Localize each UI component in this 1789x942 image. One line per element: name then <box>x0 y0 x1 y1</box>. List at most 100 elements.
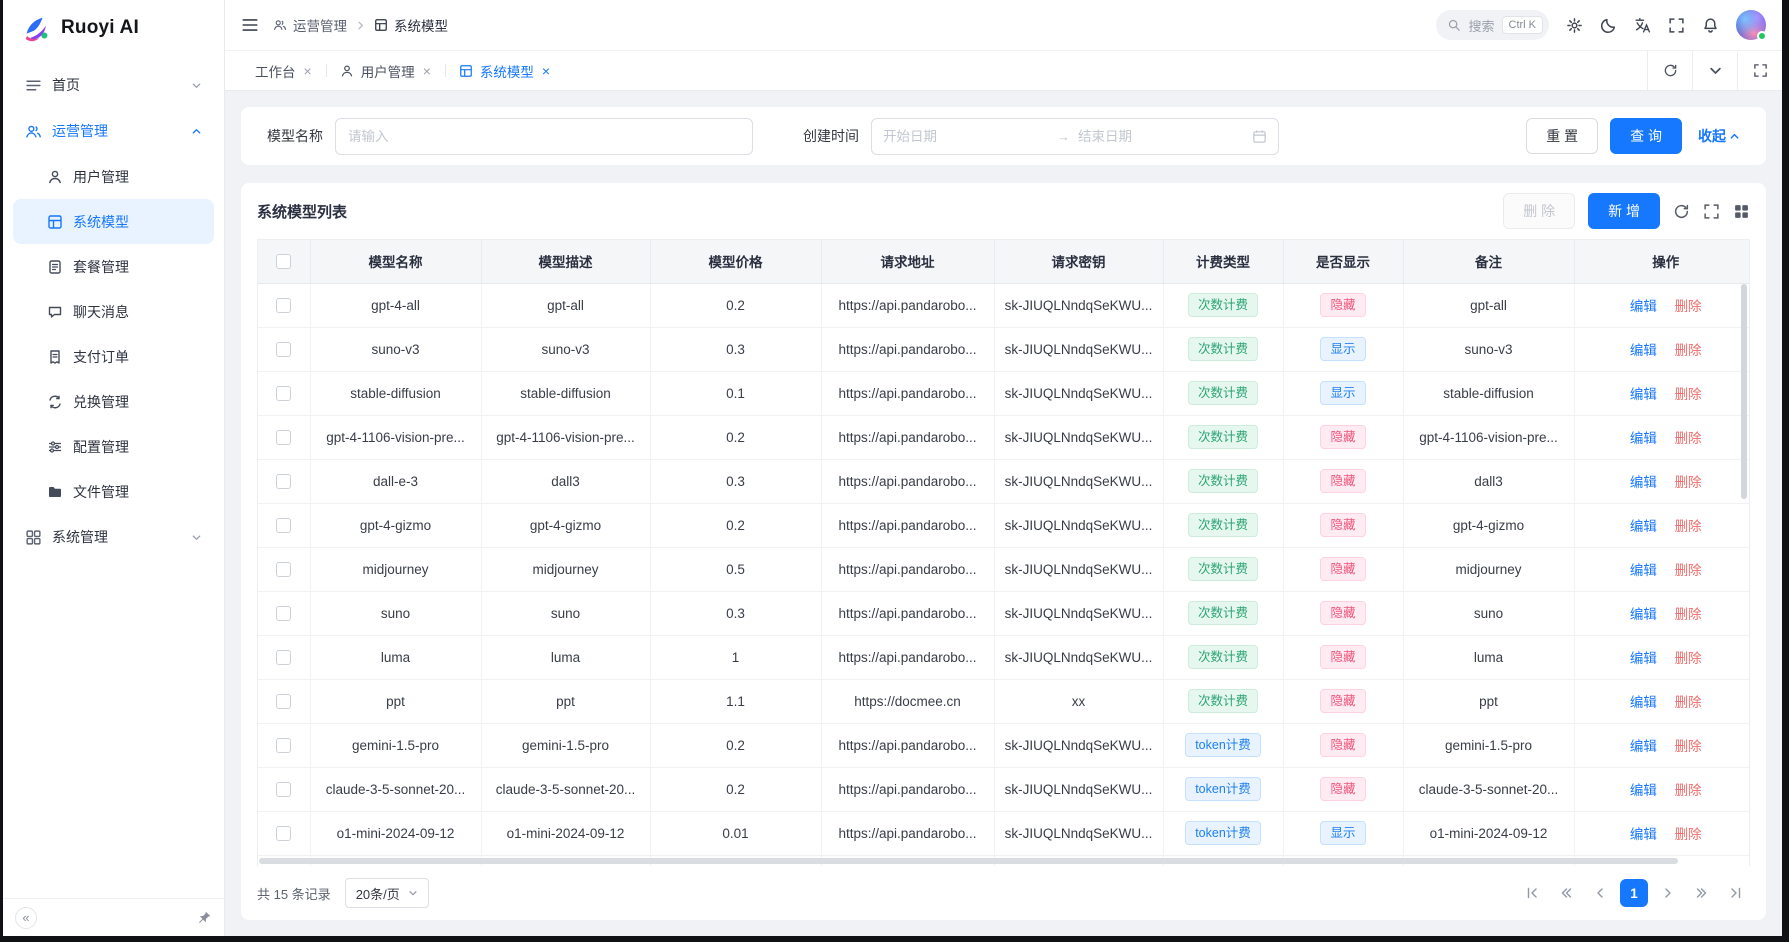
sidebar-item-file-management[interactable]: 文件管理 <box>13 469 214 514</box>
row-checkbox[interactable] <box>276 298 291 313</box>
close-icon[interactable]: × <box>423 63 431 79</box>
delete-link[interactable]: 删除 <box>1675 739 1702 754</box>
start-date-input[interactable] <box>883 129 1049 144</box>
collapse-filter-link[interactable]: 收起 <box>1698 126 1740 146</box>
row-checkbox[interactable] <box>276 430 291 445</box>
create-time-range-picker[interactable]: → <box>871 118 1279 155</box>
close-icon[interactable]: × <box>304 63 312 79</box>
row-checkbox[interactable] <box>276 782 291 797</box>
package-icon <box>47 259 63 275</box>
sidebar-item-config-management[interactable]: 配置管理 <box>13 424 214 469</box>
row-checkbox[interactable] <box>276 342 291 357</box>
fullscreen-icon[interactable] <box>1703 203 1720 220</box>
edit-link[interactable]: 编辑 <box>1630 431 1657 446</box>
model-name-input[interactable] <box>335 118 753 155</box>
sidebar-item-chat-messages[interactable]: 聊天消息 <box>13 289 214 334</box>
pin-icon[interactable] <box>197 910 212 925</box>
gear-icon[interactable] <box>1566 17 1583 34</box>
end-date-input[interactable] <box>1078 129 1244 144</box>
next-pages-button[interactable] <box>1688 879 1716 907</box>
delete-link[interactable]: 删除 <box>1675 695 1702 710</box>
edit-link[interactable]: 编辑 <box>1630 739 1657 754</box>
delete-link[interactable]: 删除 <box>1675 783 1702 798</box>
edit-link[interactable]: 编辑 <box>1630 563 1657 578</box>
edit-link[interactable]: 编辑 <box>1630 519 1657 534</box>
delete-link[interactable]: 删除 <box>1675 563 1702 578</box>
last-page-button[interactable] <box>1722 879 1750 907</box>
avatar[interactable] <box>1736 10 1766 40</box>
scrollbar-thumb[interactable] <box>259 858 1678 864</box>
edit-link[interactable]: 编辑 <box>1630 783 1657 798</box>
menu-toggle-icon[interactable] <box>241 16 259 34</box>
edit-link[interactable]: 编辑 <box>1630 299 1657 314</box>
edit-link[interactable]: 编辑 <box>1630 475 1657 490</box>
add-button[interactable]: 新 增 <box>1588 193 1660 229</box>
horizontal-scrollbar[interactable] <box>259 857 1737 865</box>
sidebar-item-user-management[interactable]: 用户管理 <box>13 154 214 199</box>
delete-link[interactable]: 删除 <box>1675 475 1702 490</box>
edit-link[interactable]: 编辑 <box>1630 387 1657 402</box>
close-icon[interactable]: × <box>542 63 550 79</box>
edit-link[interactable]: 编辑 <box>1630 695 1657 710</box>
edit-link[interactable]: 编辑 <box>1630 607 1657 622</box>
select-all-checkbox[interactable] <box>276 254 291 269</box>
fullscreen-icon[interactable] <box>1668 17 1685 34</box>
page-size-select[interactable]: 20条/页 <box>345 878 429 908</box>
sidebar-item-system-model[interactable]: 系统模型 <box>13 199 214 244</box>
sidebar-item-system-management[interactable]: 系统管理 <box>13 514 214 560</box>
next-page-button[interactable] <box>1654 879 1682 907</box>
first-page-button[interactable] <box>1518 879 1546 907</box>
sidebar-collapse-button[interactable]: « <box>15 907 37 929</box>
sidebar-item-label: 支付订单 <box>73 347 129 367</box>
tab-system-model[interactable]: 系统模型 × <box>445 51 564 90</box>
delete-button[interactable]: 删 除 <box>1503 193 1575 229</box>
dark-mode-moon-icon[interactable] <box>1600 17 1617 34</box>
row-checkbox[interactable] <box>276 386 291 401</box>
sidebar-item-operations[interactable]: 运营管理 <box>13 108 214 154</box>
row-checkbox[interactable] <box>276 562 291 577</box>
refresh-icon[interactable] <box>1673 203 1690 220</box>
breadcrumb-system-model[interactable]: 系统模型 <box>374 15 448 35</box>
delete-link[interactable]: 删除 <box>1675 431 1702 446</box>
sidebar-item-package-management[interactable]: 套餐管理 <box>13 244 214 289</box>
translate-icon[interactable] <box>1634 17 1651 34</box>
refresh-icon[interactable] <box>1647 51 1692 90</box>
tab-user-management[interactable]: 用户管理 × <box>326 51 445 90</box>
prev-page-button[interactable] <box>1586 879 1614 907</box>
delete-link[interactable]: 删除 <box>1675 387 1702 402</box>
edit-link[interactable]: 编辑 <box>1630 651 1657 666</box>
row-checkbox[interactable] <box>276 474 291 489</box>
delete-link[interactable]: 删除 <box>1675 519 1702 534</box>
columns-setting-icon[interactable] <box>1733 203 1750 220</box>
row-checkbox[interactable] <box>276 826 291 841</box>
bell-icon[interactable] <box>1702 17 1719 34</box>
row-checkbox[interactable] <box>276 606 291 621</box>
vertical-scrollbar[interactable] <box>1740 284 1748 854</box>
reset-button[interactable]: 重 置 <box>1526 118 1598 154</box>
tab-workbench[interactable]: 工作台 × <box>241 51 326 90</box>
delete-link[interactable]: 删除 <box>1675 299 1702 314</box>
delete-link[interactable]: 删除 <box>1675 607 1702 622</box>
maximize-content-icon[interactable] <box>1737 51 1782 90</box>
query-button[interactable]: 查 询 <box>1610 118 1682 154</box>
row-checkbox[interactable] <box>276 518 291 533</box>
delete-link[interactable]: 删除 <box>1675 827 1702 842</box>
chevron-down-icon[interactable] <box>1692 51 1737 90</box>
sidebar-item-exchange-management[interactable]: 兑换管理 <box>13 379 214 424</box>
prev-pages-button[interactable] <box>1552 879 1580 907</box>
global-search[interactable]: 搜索 Ctrl K <box>1436 10 1549 40</box>
row-checkbox[interactable] <box>276 650 291 665</box>
edit-link[interactable]: 编辑 <box>1630 343 1657 358</box>
delete-link[interactable]: 删除 <box>1675 343 1702 358</box>
sidebar-item-home[interactable]: 首页 <box>13 62 214 108</box>
row-checkbox[interactable] <box>276 738 291 753</box>
delete-link[interactable]: 删除 <box>1675 651 1702 666</box>
breadcrumb-operations[interactable]: 运营管理 <box>273 15 347 35</box>
visibility-tag: 隐藏 <box>1320 777 1365 801</box>
scrollbar-thumb[interactable] <box>1741 284 1747 499</box>
page-number-1[interactable]: 1 <box>1620 879 1648 907</box>
table-row: gemini-1.5-pro gemini-1.5-pro 0.2 https:… <box>258 723 1750 767</box>
sidebar-item-payment-orders[interactable]: 支付订单 <box>13 334 214 379</box>
row-checkbox[interactable] <box>276 694 291 709</box>
edit-link[interactable]: 编辑 <box>1630 827 1657 842</box>
